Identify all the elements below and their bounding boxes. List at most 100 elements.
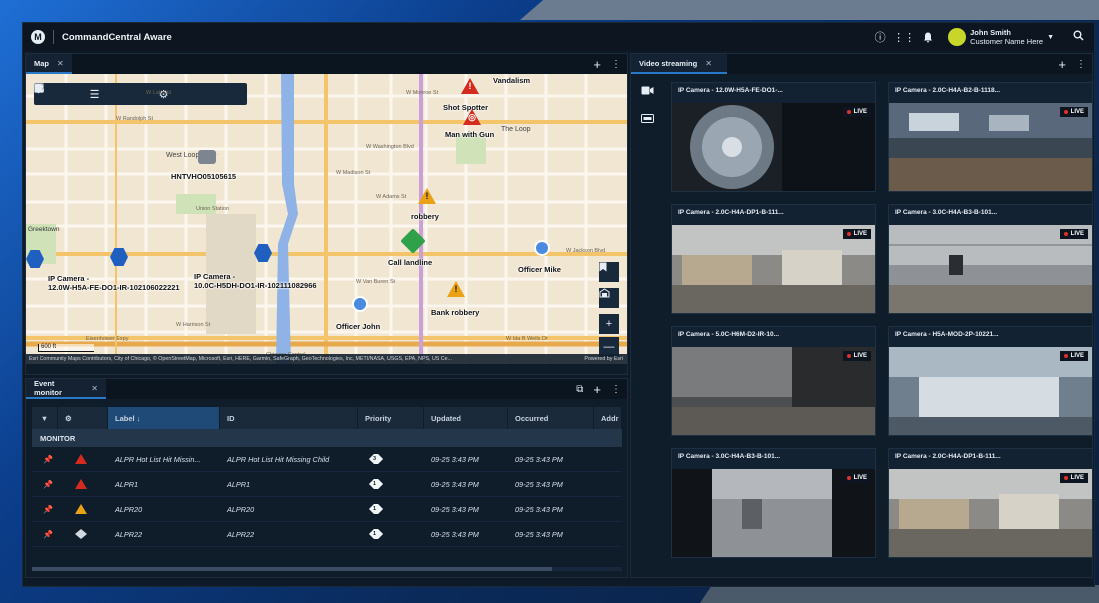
street-label: W Lake St	[146, 90, 172, 96]
officer-marker-icon[interactable]	[534, 240, 550, 256]
column-address[interactable]: Addr	[594, 407, 622, 429]
live-dot-icon	[1063, 476, 1068, 480]
camera-feed[interactable]: LIVE	[672, 225, 875, 313]
close-icon[interactable]: ✕	[57, 59, 64, 68]
avatar[interactable]	[948, 28, 967, 46]
event-rows: 📌 ALPR Hot List Hit Missin... ALPR Hot Lis…	[32, 447, 622, 547]
live-dot-icon	[846, 232, 851, 236]
camera-tile[interactable]: IP Camera - 5.0C-H6M-D2-IR-10... LIVE	[671, 326, 876, 436]
live-badge: LIVE	[842, 473, 871, 483]
camera-tile[interactable]: IP Camera - 2.0C-H4A-DP1-B-111... LIVE	[671, 204, 876, 314]
search-icon[interactable]	[1066, 30, 1090, 44]
camera-feed[interactable]: LIVE	[672, 103, 875, 191]
camera-tile[interactable]: IP Camera - H5A-MOD-2P-10221... LIVE	[888, 326, 1093, 436]
fullscreen-icon[interactable]	[34, 83, 244, 105]
camera-tile[interactable]: IP Camera - 2.0C-H4A-DP1-B-111... LIVE	[888, 448, 1093, 558]
tab-map-label: Map	[34, 58, 49, 68]
chevron-down-icon[interactable]: ▼	[1047, 34, 1054, 41]
column-updated[interactable]: Updated	[424, 407, 508, 429]
priority-badge: 1	[358, 529, 424, 539]
info-icon[interactable]: ⓘ	[868, 23, 892, 51]
camera-feed[interactable]: LIVE	[889, 347, 1092, 435]
list-icon[interactable]: ☰	[83, 83, 106, 105]
cell-updated: 09-25 3:43 PM	[431, 504, 479, 514]
route-icon[interactable]	[34, 83, 198, 105]
table-row[interactable]: 📌 ALPR1 ALPR1 1 09-25 3:43 PM 09-25 3:43 PM	[32, 472, 622, 497]
camera-feed[interactable]: LIVE	[672, 469, 875, 557]
alpr-icon[interactable]	[640, 114, 654, 126]
camera-tile[interactable]: IP Camera - 3.0C-H4A-B3-B-101... LIVE	[888, 204, 1093, 314]
bell-icon[interactable]	[916, 23, 940, 51]
cell-label: ALPR1	[115, 479, 139, 489]
officer-marker-icon[interactable]	[352, 296, 368, 312]
camera-title: IP Camera - 3.0C-H4A-B3-B-101...	[678, 453, 781, 460]
marker-label: IP Camera - 12.0W-H5A-FE-DO1-IR-10210602…	[48, 274, 180, 292]
camera-tile[interactable]: IP Camera - 3.0C-H4A-B3-B-101... LIVE	[671, 448, 876, 558]
camera-feed[interactable]: LIVE	[889, 225, 1092, 313]
user-menu[interactable]: John Smith Customer Name Here	[970, 28, 1043, 46]
more-options-icon[interactable]: ⋮	[611, 384, 621, 395]
horizontal-scrollbar[interactable]	[32, 567, 622, 571]
camera-title: IP Camera - 5.0C-H6M-D2-IR-10...	[678, 331, 780, 338]
map-view[interactable]: ☰ ⚙ W Lake St W Randolph St W Washington…	[26, 74, 627, 364]
table-row[interactable]: 📌 ALPR22 ALPR22 1 09-25 3:43 PM 09-25 3:43 PM	[32, 522, 622, 547]
close-icon[interactable]: ✕	[705, 59, 712, 68]
camera-tile[interactable]: IP Camera - 2.0C-H4A-B2-B-1118... LIVE	[888, 82, 1093, 192]
camera-feed[interactable]: LIVE	[889, 469, 1092, 557]
cell-label: ALPR22	[115, 529, 143, 539]
column-label[interactable]: Label ↓	[108, 407, 220, 429]
more-options-icon[interactable]: ⋮	[1076, 59, 1086, 70]
event-type-icon	[58, 529, 108, 539]
street-label: W Van Buren St	[356, 279, 396, 285]
table-row[interactable]: 📌 ALPR Hot List Hit Missin... ALPR Hot Lis…	[32, 447, 622, 472]
gear-icon[interactable]: ⚙	[58, 407, 108, 429]
add-icon[interactable]: +	[593, 57, 601, 72]
zoom-in-button[interactable]: +	[599, 314, 619, 334]
search-icon[interactable]	[34, 83, 83, 105]
add-icon[interactable]: +	[593, 382, 601, 397]
cell-id: ALPR20	[227, 504, 255, 514]
column-priority[interactable]: Priority	[358, 407, 424, 429]
table-row[interactable]: 📌 ALPR20 ALPR20 1 09-25 3:43 PM 09-25 3:43 PM	[32, 497, 622, 522]
scrollbar-thumb[interactable]	[32, 567, 552, 571]
tab-event-monitor[interactable]: Event monitor ✕	[26, 379, 106, 399]
pin-icon[interactable]: 📌	[32, 505, 58, 514]
camera-title: IP Camera - 3.0C-H4A-B3-B-101...	[895, 209, 998, 216]
live-badge: LIVE	[842, 229, 871, 239]
close-icon[interactable]: ✕	[91, 384, 98, 393]
column-id[interactable]: ID	[220, 407, 358, 429]
group-header[interactable]: MONITOR	[32, 429, 622, 447]
apps-grid-icon[interactable]: ⋮⋮	[892, 23, 916, 51]
camera-marker-icon[interactable]	[198, 150, 216, 164]
tab-event-monitor-label: Event monitor	[34, 379, 62, 397]
tab-video-streaming[interactable]: Video streaming ✕	[631, 54, 727, 74]
column-occurred[interactable]: Occurred	[508, 407, 594, 429]
cell-id: ALPR1	[227, 479, 251, 489]
cell-updated: 09-25 3:43 PM	[431, 479, 479, 489]
pin-icon[interactable]: 📌	[32, 480, 58, 489]
powered-by: Powered by Esri	[584, 356, 623, 362]
tab-map[interactable]: Map ✕	[26, 54, 72, 74]
video-camera-icon[interactable]	[641, 86, 654, 98]
street-label: W Madison St	[336, 170, 371, 176]
camera-title: IP Camera - 12.0W-H5A-FE-DO1-...	[678, 87, 783, 94]
marker-label: Call landline	[388, 258, 433, 267]
camera-feed[interactable]: LIVE	[889, 103, 1092, 191]
add-icon[interactable]: +	[1058, 57, 1066, 72]
popout-icon[interactable]: ⧉	[576, 384, 583, 395]
marker-label: Officer Mike	[518, 265, 561, 274]
measure-icon[interactable]	[34, 83, 129, 105]
basemap-icon[interactable]	[599, 288, 619, 308]
camera-tile[interactable]: IP Camera - 12.0W-H5A-FE-DO1-... LIVE	[671, 82, 876, 192]
priority-value: 1	[373, 506, 377, 512]
filter-icon[interactable]: ▼	[32, 407, 58, 429]
bookmark-icon[interactable]	[599, 262, 619, 282]
more-options-icon[interactable]: ⋮	[611, 59, 621, 70]
column-label-text: Label	[115, 413, 135, 423]
camera-feed[interactable]: LIVE	[672, 347, 875, 435]
map-attribution: Esri Community Maps Contributors, City o…	[26, 354, 627, 364]
pin-icon[interactable]: 📌	[32, 455, 58, 464]
pin-icon[interactable]: 📌	[32, 530, 58, 539]
map-panel: Map ✕ + ⋮ ☰ ⚙ W Lake St W Randolph St W …	[25, 53, 628, 375]
select-area-icon[interactable]	[34, 83, 221, 105]
